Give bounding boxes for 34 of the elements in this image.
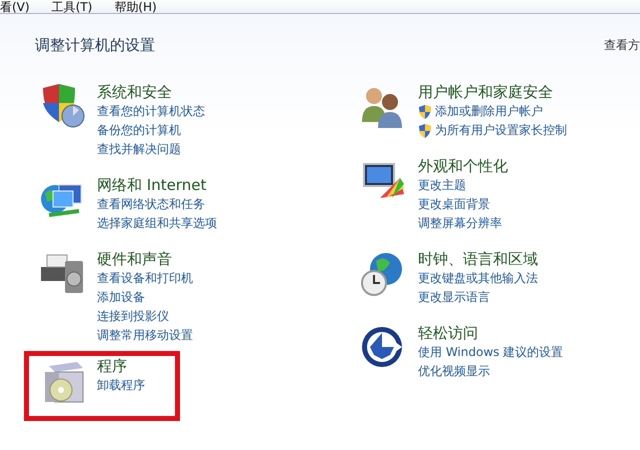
task-link[interactable]: 使用 Windows 建议的设置 [418, 343, 564, 362]
task-link[interactable]: 备份您的计算机 [97, 121, 205, 140]
task-link[interactable]: 查找并解决问题 [97, 140, 205, 159]
task-link[interactable]: 查看您的计算机状态 [97, 102, 205, 121]
category-link[interactable]: 时钟、语言和区域 [418, 249, 538, 269]
category-link[interactable]: 程序 [97, 356, 145, 376]
view-by-label: 查看方 [604, 37, 640, 54]
task-link[interactable]: 添加设备 [97, 288, 193, 307]
task-link[interactable]: 优化视频显示 [418, 362, 564, 381]
category-link[interactable]: 用户帐户和家庭安全 [418, 82, 567, 102]
category-link[interactable]: 系统和安全 [97, 82, 205, 102]
task-link[interactable]: 为所有用户设置家长控制 [418, 121, 567, 140]
task-link[interactable]: 选择家庭组和共享选项 [97, 214, 217, 233]
page-heading: 调整计算机的设置 [35, 36, 155, 55]
task-link[interactable]: 查看设备和打印机 [97, 269, 193, 288]
task-link[interactable]: 更改键盘或其他输入法 [418, 269, 538, 288]
shield-icon [418, 104, 432, 118]
task-link[interactable]: 更改桌面背景 [418, 195, 508, 214]
shield-icon [418, 124, 432, 138]
menu-item[interactable]: 工具(T) [52, 1, 92, 13]
task-link[interactable]: 调整屏幕分辨率 [418, 214, 508, 233]
task-link[interactable]: 卸载程序 [97, 376, 145, 395]
task-link[interactable]: 更改主题 [418, 176, 508, 195]
category-link[interactable]: 网络和 Internet [97, 175, 217, 195]
task-link[interactable]: 更改显示语言 [418, 288, 538, 307]
menu-item[interactable]: 帮助(H) [114, 1, 157, 13]
task-link[interactable]: 添加或删除用户帐户 [418, 102, 567, 121]
task-link[interactable]: 调整常用移动设置 [97, 326, 193, 345]
category-link[interactable]: 外观和个性化 [418, 156, 508, 176]
task-link[interactable]: 连接到投影仪 [97, 307, 193, 326]
task-link[interactable]: 查看网络状态和任务 [97, 195, 217, 214]
category-link[interactable]: 轻松访问 [418, 323, 564, 343]
menu-item[interactable]: 看(V) [0, 1, 30, 13]
category-link[interactable]: 硬件和声音 [97, 249, 193, 269]
